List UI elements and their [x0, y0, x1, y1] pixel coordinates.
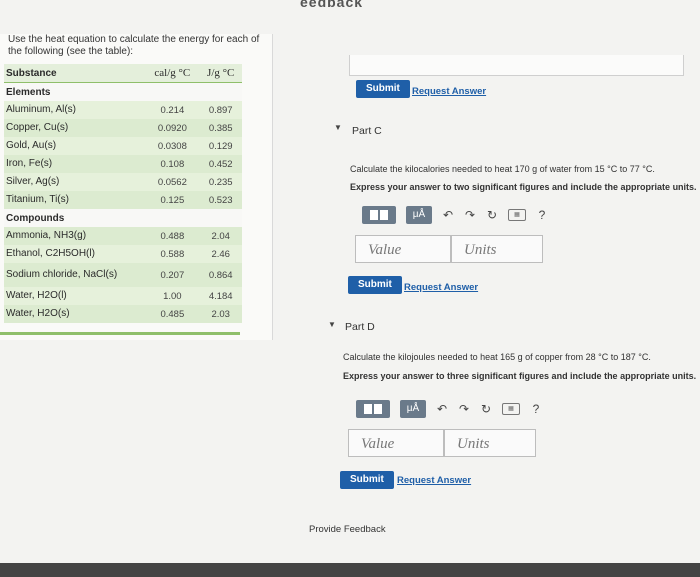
reset-icon[interactable]: ↻ — [480, 402, 492, 416]
keyboard-icon[interactable]: ▦ — [502, 403, 520, 415]
section-elements: Elements — [4, 82, 242, 101]
bottom-edge — [0, 563, 700, 577]
part-d-title: Part D — [345, 321, 375, 333]
part-c-question: Calculate the kilocalories needed to hea… — [350, 164, 655, 174]
table-row: Ethanol, C2H5OH(l) 0.588 2.46 — [4, 245, 242, 263]
table-row: Silver, Ag(s) 0.0562 0.235 — [4, 173, 242, 191]
keyboard-icon[interactable]: ▦ — [508, 209, 526, 221]
part-c-submit-button[interactable]: Submit — [348, 276, 402, 294]
section-compounds: Compounds — [4, 209, 242, 227]
table-row: Aluminum, Al(s) 0.214 0.897 — [4, 101, 242, 119]
part-d-collapse-icon[interactable]: ▼ — [328, 320, 336, 329]
part-c-title: Part C — [352, 125, 382, 137]
part-b-submit-button[interactable]: Submit — [356, 80, 410, 98]
template-icon[interactable] — [362, 206, 396, 224]
part-c-request-answer-link[interactable]: Request Answer — [404, 282, 478, 293]
page-header-title: eedback — [300, 0, 364, 8]
table-row: Copper, Cu(s) 0.0920 0.385 — [4, 119, 242, 137]
table-row: Water, H2O(s) 0.485 2.03 — [4, 305, 242, 323]
part-d-instruction: Express your answer to three significant… — [343, 371, 697, 381]
redo-icon[interactable]: ↷ — [458, 402, 470, 416]
table-row: Sodium chloride, NaCl(s) 0.207 0.864 — [4, 263, 242, 287]
part-d-value-input[interactable]: Value — [348, 429, 444, 457]
table-bottom-rule — [0, 332, 240, 335]
reset-icon[interactable]: ↻ — [486, 208, 498, 222]
col-joule: J/g °C — [207, 67, 235, 79]
part-b-request-answer-link[interactable]: Request Answer — [412, 86, 486, 97]
redo-icon[interactable]: ↷ — [464, 208, 476, 222]
help-icon[interactable]: ? — [530, 402, 542, 416]
table-row: Gold, Au(s) 0.0308 0.129 — [4, 137, 242, 155]
part-c-instruction: Express your answer to two significant f… — [350, 182, 697, 192]
table-header-row: Substance cal/g °C J/g °C — [4, 64, 242, 83]
part-d-units-input[interactable]: Units — [444, 429, 536, 457]
units-mu-button[interactable]: μÅ — [406, 206, 432, 224]
template-icon[interactable] — [356, 400, 390, 418]
part-b-answer-box — [349, 55, 684, 76]
undo-icon[interactable]: ↶ — [442, 208, 454, 222]
part-d-toolbar: μÅ ↶ ↷ ↻ ▦ ? — [356, 399, 542, 419]
part-d-submit-button[interactable]: Submit — [340, 471, 394, 489]
units-mu-button[interactable]: μÅ — [400, 400, 426, 418]
table-row: Water, H2O(l) 1.00 4.184 — [4, 287, 242, 305]
part-c-collapse-icon[interactable]: ▼ — [334, 123, 342, 132]
part-d-question: Calculate the kilojoules needed to heat … — [343, 352, 651, 362]
provide-feedback-link[interactable]: Provide Feedback — [309, 524, 386, 535]
table-row: Titanium, Ti(s) 0.125 0.523 — [4, 191, 242, 209]
undo-icon[interactable]: ↶ — [436, 402, 448, 416]
part-d-answer-row: Value Units — [348, 429, 536, 457]
table-intro-text: Use the heat equation to calculate the e… — [8, 34, 260, 57]
part-c-units-input[interactable]: Units — [451, 235, 543, 263]
part-d-request-answer-link[interactable]: Request Answer — [397, 475, 471, 486]
table-row: Ammonia, NH3(g) 0.488 2.04 — [4, 227, 242, 245]
col-cal: cal/g °C — [154, 67, 191, 79]
part-c-value-input[interactable]: Value — [355, 235, 451, 263]
col-substance: Substance — [6, 67, 57, 79]
help-icon[interactable]: ? — [536, 208, 548, 222]
part-c-toolbar: μÅ ↶ ↷ ↻ ▦ ? — [362, 205, 548, 225]
specific-heat-table-panel: Use the heat equation to calculate the e… — [0, 34, 273, 340]
table-row: Iron, Fe(s) 0.108 0.452 — [4, 155, 242, 173]
specific-heat-table: Substance cal/g °C J/g °C Elements Alumi… — [4, 64, 242, 323]
part-c-answer-row: Value Units — [355, 235, 543, 263]
